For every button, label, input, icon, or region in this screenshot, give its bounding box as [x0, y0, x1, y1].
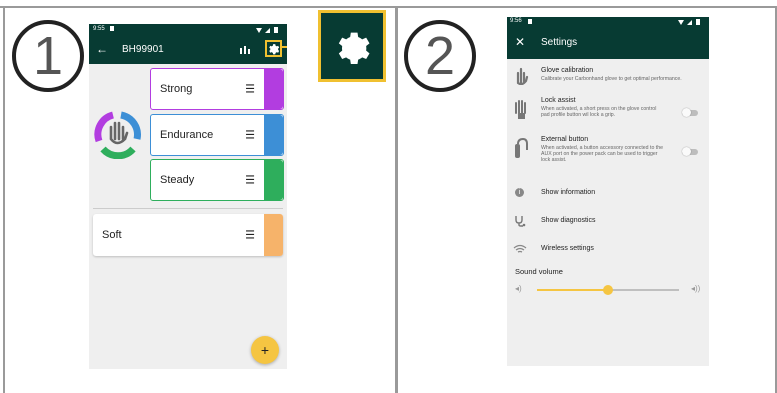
lock-assist-toggle[interactable] — [682, 108, 698, 117]
volume-slider-thumb[interactable] — [603, 285, 613, 295]
frame-left-line — [3, 6, 5, 393]
status-icons — [678, 19, 700, 25]
status-time: 9:55 — [93, 26, 105, 32]
hand-lock-icon — [515, 100, 526, 119]
app-bar: ← BH99901 — [89, 36, 287, 64]
setting-glove-calibration[interactable]: Glove calibration Calibrate your Carbonh… — [507, 67, 709, 97]
frame-divider — [395, 6, 398, 393]
volume-fill — [537, 289, 608, 291]
setting-wireless[interactable]: Wireless settings — [507, 243, 709, 259]
mode-card-endurance[interactable]: Endurance ☰ — [150, 114, 284, 156]
notification-icon — [110, 26, 114, 31]
external-button-icon — [515, 138, 528, 158]
add-mode-button[interactable]: + — [251, 336, 279, 364]
setting-description: When activated, a button accessory conne… — [541, 145, 663, 163]
tune-icon[interactable]: ☰ — [245, 83, 255, 96]
grip-ring-icon — [94, 111, 141, 159]
mode-color-tab — [264, 214, 283, 256]
setting-label: Wireless settings — [541, 245, 594, 252]
sound-volume-label: Sound volume — [515, 267, 563, 276]
mode-card-steady[interactable]: Steady ☰ — [150, 159, 284, 201]
mode-label: Steady — [160, 174, 195, 186]
app-bar: ✕ Settings — [507, 27, 709, 59]
mode-card-strong[interactable]: Strong ☰ — [150, 68, 284, 110]
volume-low-icon: ◂) — [515, 284, 522, 293]
setting-lock-assist: Lock assist When activated, a short pres… — [507, 97, 709, 129]
status-bar: 9:56 — [507, 17, 709, 27]
divider — [93, 208, 283, 209]
setting-description: Calibrate your Carbonhand glove to get o… — [541, 76, 682, 82]
signal-bars-icon[interactable] — [239, 45, 253, 55]
setting-show-diagnostics[interactable]: Show diagnostics — [507, 215, 709, 231]
tune-icon[interactable]: ☰ — [245, 174, 255, 187]
tune-icon[interactable]: ☰ — [245, 129, 255, 142]
status-icons — [256, 27, 278, 33]
setting-title: External button — [541, 136, 589, 143]
status-bar: 9:55 — [89, 24, 287, 36]
setting-label: Show diagnostics — [541, 217, 596, 224]
external-button-toggle[interactable] — [682, 147, 698, 156]
notification-icon — [528, 19, 532, 24]
phone-screen-settings: 9:56 ✕ Settings Glove calibration Calibr… — [507, 17, 709, 366]
gear-icon — [269, 44, 280, 55]
mode-color-tab — [264, 160, 283, 200]
phone-screen-main: 9:55 ← BH99901 Strong ☰ Endurance ☰ Stea… — [89, 24, 287, 369]
mode-color-tab — [264, 69, 283, 109]
mode-card-soft[interactable]: Soft ☰ — [93, 214, 283, 256]
gear-icon — [338, 32, 370, 64]
settings-button-highlight[interactable] — [265, 40, 282, 57]
setting-title: Lock assist — [541, 97, 576, 104]
mode-label: Endurance — [160, 129, 214, 141]
setting-label: Show information — [541, 189, 596, 196]
mode-color-tab — [264, 115, 283, 155]
tune-icon[interactable]: ☰ — [245, 229, 255, 242]
volume-high-icon: ◂)) — [691, 284, 701, 293]
hand-icon — [516, 67, 529, 85]
volume-track[interactable] — [537, 285, 679, 295]
zoomed-settings-icon — [318, 10, 386, 82]
frame-top-line — [0, 6, 777, 8]
wifi-icon — [513, 244, 527, 253]
page-title: Settings — [541, 37, 578, 48]
mode-label: Strong — [160, 83, 193, 95]
setting-external-button: External button When activated, a button… — [507, 136, 709, 178]
step-number-two: 2 — [404, 20, 476, 92]
info-icon: i — [515, 188, 524, 197]
mode-label: Soft — [102, 229, 122, 241]
device-title: BH99901 — [122, 44, 164, 55]
setting-title: Glove calibration — [541, 67, 594, 74]
back-arrow-icon[interactable]: ← — [96, 42, 108, 56]
close-icon[interactable]: ✕ — [515, 35, 525, 49]
stethoscope-icon — [515, 216, 526, 227]
setting-show-information[interactable]: i Show information — [507, 187, 709, 203]
connector-line — [282, 46, 287, 48]
step-number-one: 1 — [12, 20, 84, 92]
status-time: 9:56 — [510, 18, 522, 24]
setting-description: When activated, a short press on the glo… — [541, 106, 657, 118]
